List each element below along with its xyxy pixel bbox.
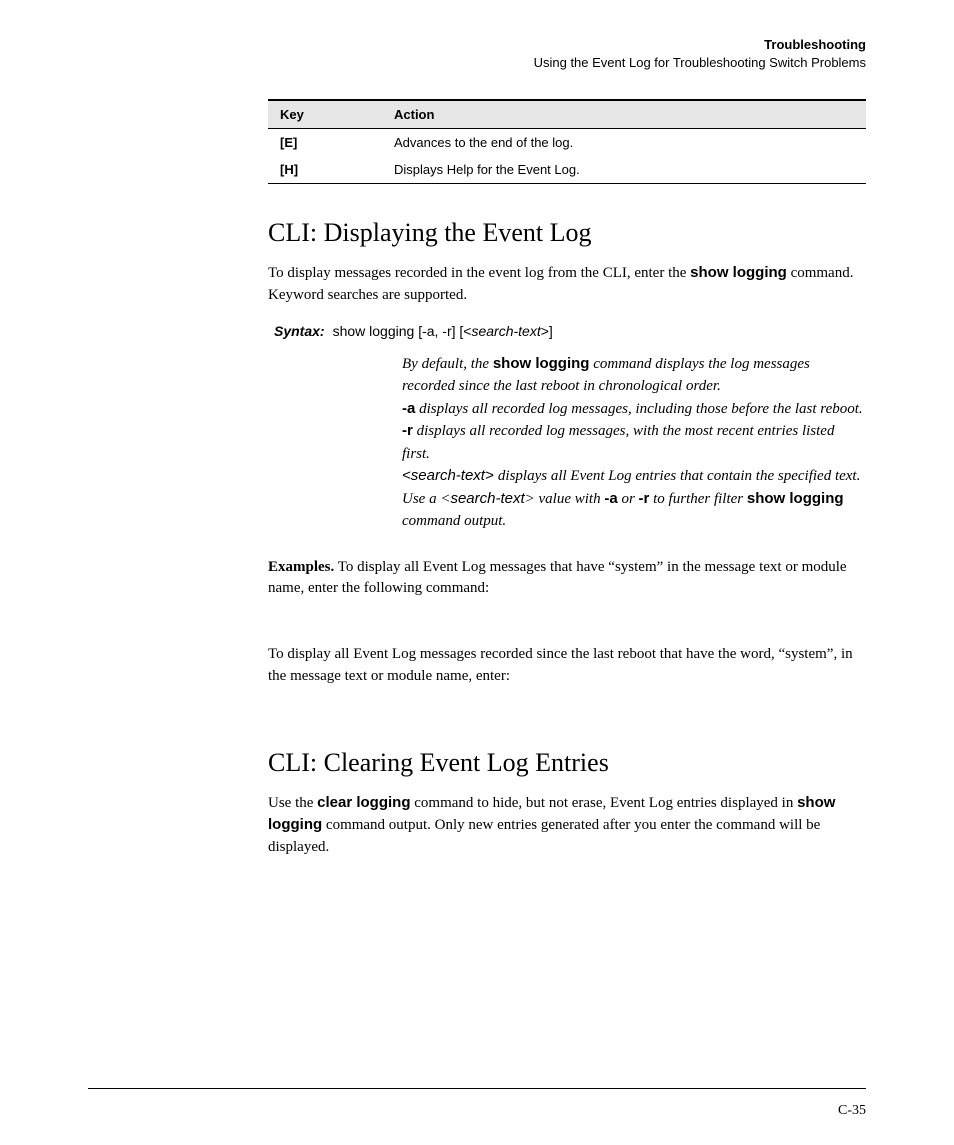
p1a: Use the bbox=[268, 795, 317, 811]
cell-action: Displays Help for the Event Log. bbox=[382, 156, 866, 184]
syntax-text-1: show logging [-a, -r] [< bbox=[333, 323, 472, 339]
cell-key: [H] bbox=[268, 156, 382, 184]
d2b: displays all recorded log messages, incl… bbox=[415, 401, 862, 417]
table-header-row: Key Action bbox=[268, 100, 866, 129]
d3b: displays all recorded log messages, with… bbox=[402, 423, 834, 462]
col-action: Action bbox=[382, 100, 866, 129]
content-column: Key Action [E] Advances to the end of th… bbox=[268, 99, 866, 859]
heading-cli-displaying: CLI: Displaying the Event Log bbox=[268, 218, 866, 248]
p1e: command output. Only new entries generat… bbox=[268, 817, 820, 855]
table-row: [H] Displays Help for the Event Log. bbox=[268, 156, 866, 184]
table-row: [E] Advances to the end of the log. bbox=[268, 129, 866, 157]
examples-body: To display all Event Log messages that h… bbox=[268, 559, 847, 597]
d4f: > value with bbox=[525, 491, 605, 507]
syntax-search-text: search-text bbox=[471, 323, 540, 339]
d4k: show logging bbox=[747, 490, 844, 507]
examples-paragraph-2: To display all Event Log messages record… bbox=[268, 644, 866, 688]
running-head: Troubleshooting Using the Event Log for … bbox=[88, 36, 866, 71]
intro-paragraph: To display messages recorded in the even… bbox=[268, 262, 866, 307]
d4a: < bbox=[402, 467, 411, 484]
running-head-title: Troubleshooting bbox=[88, 36, 866, 54]
key-action-table: Key Action [E] Advances to the end of th… bbox=[268, 99, 866, 184]
running-head-subtitle: Using the Event Log for Troubleshooting … bbox=[88, 54, 866, 72]
d4i: -r bbox=[639, 490, 650, 507]
cell-key: [E] bbox=[268, 129, 382, 157]
page-number: C-35 bbox=[838, 1103, 866, 1119]
intro-cmd: show logging bbox=[690, 264, 787, 281]
clearing-paragraph: Use the clear logging command to hide, b… bbox=[268, 792, 866, 859]
syntax-row: Syntax: show logging [-a, -r] [<search-t… bbox=[274, 323, 866, 339]
syntax-text-2: >] bbox=[541, 323, 553, 339]
d1a: By default, the bbox=[402, 356, 493, 372]
d4b: search-text bbox=[411, 467, 485, 484]
footer-rule bbox=[88, 1088, 866, 1089]
d4g: -a bbox=[604, 490, 617, 507]
d4h: or bbox=[618, 491, 639, 507]
syntax-command: show logging [-a, -r] [<search-text>] bbox=[333, 323, 553, 339]
p1b: clear logging bbox=[317, 794, 410, 811]
desc-line-r: -r displays all recorded log messages, w… bbox=[402, 420, 866, 465]
p1c: command to hide, but not erase, Event Lo… bbox=[411, 795, 798, 811]
intro-pre: To display messages recorded in the even… bbox=[268, 265, 690, 281]
cell-action: Advances to the end of the log. bbox=[382, 129, 866, 157]
d4e: search-text bbox=[450, 490, 524, 507]
opt-r: -r bbox=[402, 422, 413, 439]
desc-line-a: -a displays all recorded log messages, i… bbox=[402, 398, 866, 421]
examples-paragraph-1: Examples. To display all Event Log messa… bbox=[268, 557, 866, 601]
d1b: show logging bbox=[493, 355, 590, 372]
heading-cli-clearing: CLI: Clearing Event Log Entries bbox=[268, 748, 866, 778]
page: Troubleshooting Using the Event Log for … bbox=[0, 0, 954, 1145]
opt-a: -a bbox=[402, 400, 415, 417]
d4c: > bbox=[485, 467, 498, 484]
desc-line-search: <search-text> displays all Event Log ent… bbox=[402, 465, 866, 533]
examples-label: Examples. bbox=[268, 559, 334, 575]
syntax-label: Syntax: bbox=[274, 323, 325, 339]
d4l: command output. bbox=[402, 513, 506, 529]
d4j: to further filter bbox=[649, 491, 747, 507]
desc-line-default: By default, the show logging command dis… bbox=[402, 353, 866, 398]
col-key: Key bbox=[268, 100, 382, 129]
syntax-description: By default, the show logging command dis… bbox=[402, 353, 866, 533]
